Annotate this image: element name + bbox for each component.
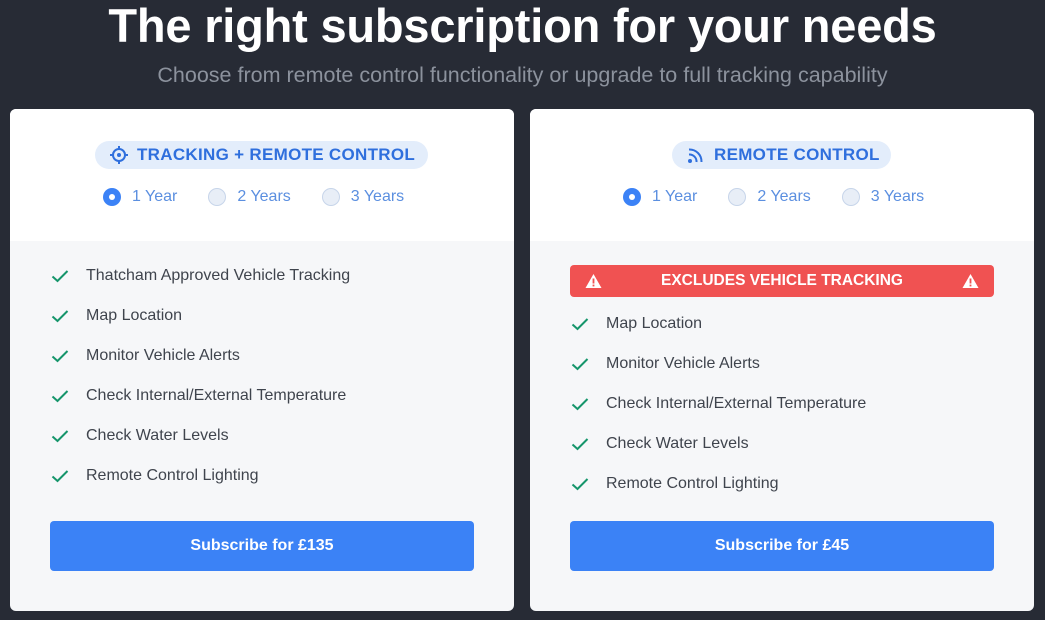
check-icon — [570, 474, 590, 494]
page-subtitle: Choose from remote control functionality… — [157, 63, 888, 87]
feature-text: Map Location — [606, 315, 703, 332]
term-label: 1 Year — [652, 188, 698, 205]
term-options: 1 Year 2 Years 3 Years — [103, 185, 435, 209]
radio-button[interactable] — [208, 188, 227, 206]
feature-text: Monitor Vehicle Alerts — [606, 355, 760, 372]
term-option-1-year[interactable]: 1 Year — [623, 188, 697, 206]
term-label: 3 Years — [870, 188, 925, 205]
radio-button[interactable] — [728, 188, 747, 206]
term-options: 1 Year 2 Years 3 Years — [623, 185, 955, 209]
radio-button[interactable] — [103, 188, 121, 206]
list-item: Monitor Vehicle Alerts — [50, 336, 350, 376]
warning-icon — [585, 273, 602, 289]
list-item: Remote Control Lighting — [570, 464, 866, 504]
feature-text: Check Internal/External Temperature — [86, 387, 347, 404]
term-label: 1 Year — [132, 188, 178, 205]
plan-badge-label: TRACKING + REMOTE CONTROL — [137, 145, 416, 164]
plan-card-remote-control: REMOTE CONTROL 1 Year 2 Years 3 Years EX… — [530, 109, 1034, 611]
feature-text: Check Internal/External Temperature — [606, 395, 867, 412]
radio-button[interactable] — [321, 188, 340, 206]
feature-text: Check Water Levels — [86, 427, 229, 444]
subscribe-button-remote[interactable]: Subscribe for £45 — [570, 521, 994, 571]
plan-card-header — [530, 109, 1034, 241]
list-item: Map Location — [50, 296, 350, 336]
term-label: 2 Years — [757, 188, 811, 205]
check-icon — [50, 346, 70, 366]
plan-card-header — [10, 109, 514, 241]
list-item: Remote Control Lighting — [50, 456, 350, 496]
check-icon — [50, 466, 70, 486]
term-option-1-year[interactable]: 1 Year — [103, 188, 177, 206]
crosshair-icon — [109, 145, 129, 165]
list-item: Map Location — [570, 304, 866, 344]
list-item: Check Water Levels — [50, 416, 350, 456]
plan-card-tracking-remote: TRACKING + REMOTE CONTROL 1 Year 2 Years… — [10, 109, 514, 611]
radio-button[interactable] — [623, 188, 641, 206]
list-item: Monitor Vehicle Alerts — [570, 344, 866, 384]
check-icon — [570, 434, 590, 454]
radio-button[interactable] — [841, 188, 860, 206]
check-icon — [50, 426, 70, 446]
term-option-3-years[interactable]: 3 Years — [321, 188, 405, 206]
warning-icon — [962, 273, 979, 289]
check-icon — [50, 386, 70, 406]
plan-badge-label: REMOTE CONTROL — [714, 145, 880, 164]
feature-text: Remote Control Lighting — [606, 475, 779, 492]
list-item: Check Internal/External Temperature — [50, 376, 350, 416]
term-option-2-years[interactable]: 2 Years — [728, 188, 811, 206]
signal-icon — [686, 145, 706, 165]
feature-text: Map Location — [86, 307, 183, 324]
feature-text: Thatcham Approved Vehicle Tracking — [86, 267, 351, 284]
plan-badge: REMOTE CONTROL — [672, 141, 891, 169]
feature-list: Thatcham Approved Vehicle Tracking Map L… — [50, 256, 350, 496]
warning-text: EXCLUDES VEHICLE TRACKING — [661, 272, 903, 289]
term-label: 2 Years — [237, 188, 291, 205]
check-icon — [50, 266, 70, 286]
subscribe-button-tracking[interactable]: Subscribe for £135 — [50, 521, 474, 571]
check-icon — [570, 354, 590, 374]
feature-list: Map Location Monitor Vehicle Alerts Chec… — [570, 304, 866, 504]
list-item: Check Water Levels — [570, 424, 866, 464]
feature-text: Remote Control Lighting — [86, 467, 259, 484]
check-icon — [50, 306, 70, 326]
plan-badge: TRACKING + REMOTE CONTROL — [95, 141, 428, 169]
term-label: 3 Years — [350, 188, 405, 205]
list-item: Check Internal/External Temperature — [570, 384, 866, 424]
list-item: Thatcham Approved Vehicle Tracking — [50, 256, 350, 296]
check-icon — [570, 394, 590, 414]
check-icon — [570, 314, 590, 334]
term-option-3-years[interactable]: 3 Years — [841, 188, 925, 206]
feature-text: Monitor Vehicle Alerts — [86, 347, 240, 364]
page-title: The right subscription for your needs — [108, 0, 937, 52]
term-option-2-years[interactable]: 2 Years — [208, 188, 291, 206]
warning-banner: EXCLUDES VEHICLE TRACKING — [570, 265, 994, 297]
feature-text: Check Water Levels — [606, 435, 749, 452]
